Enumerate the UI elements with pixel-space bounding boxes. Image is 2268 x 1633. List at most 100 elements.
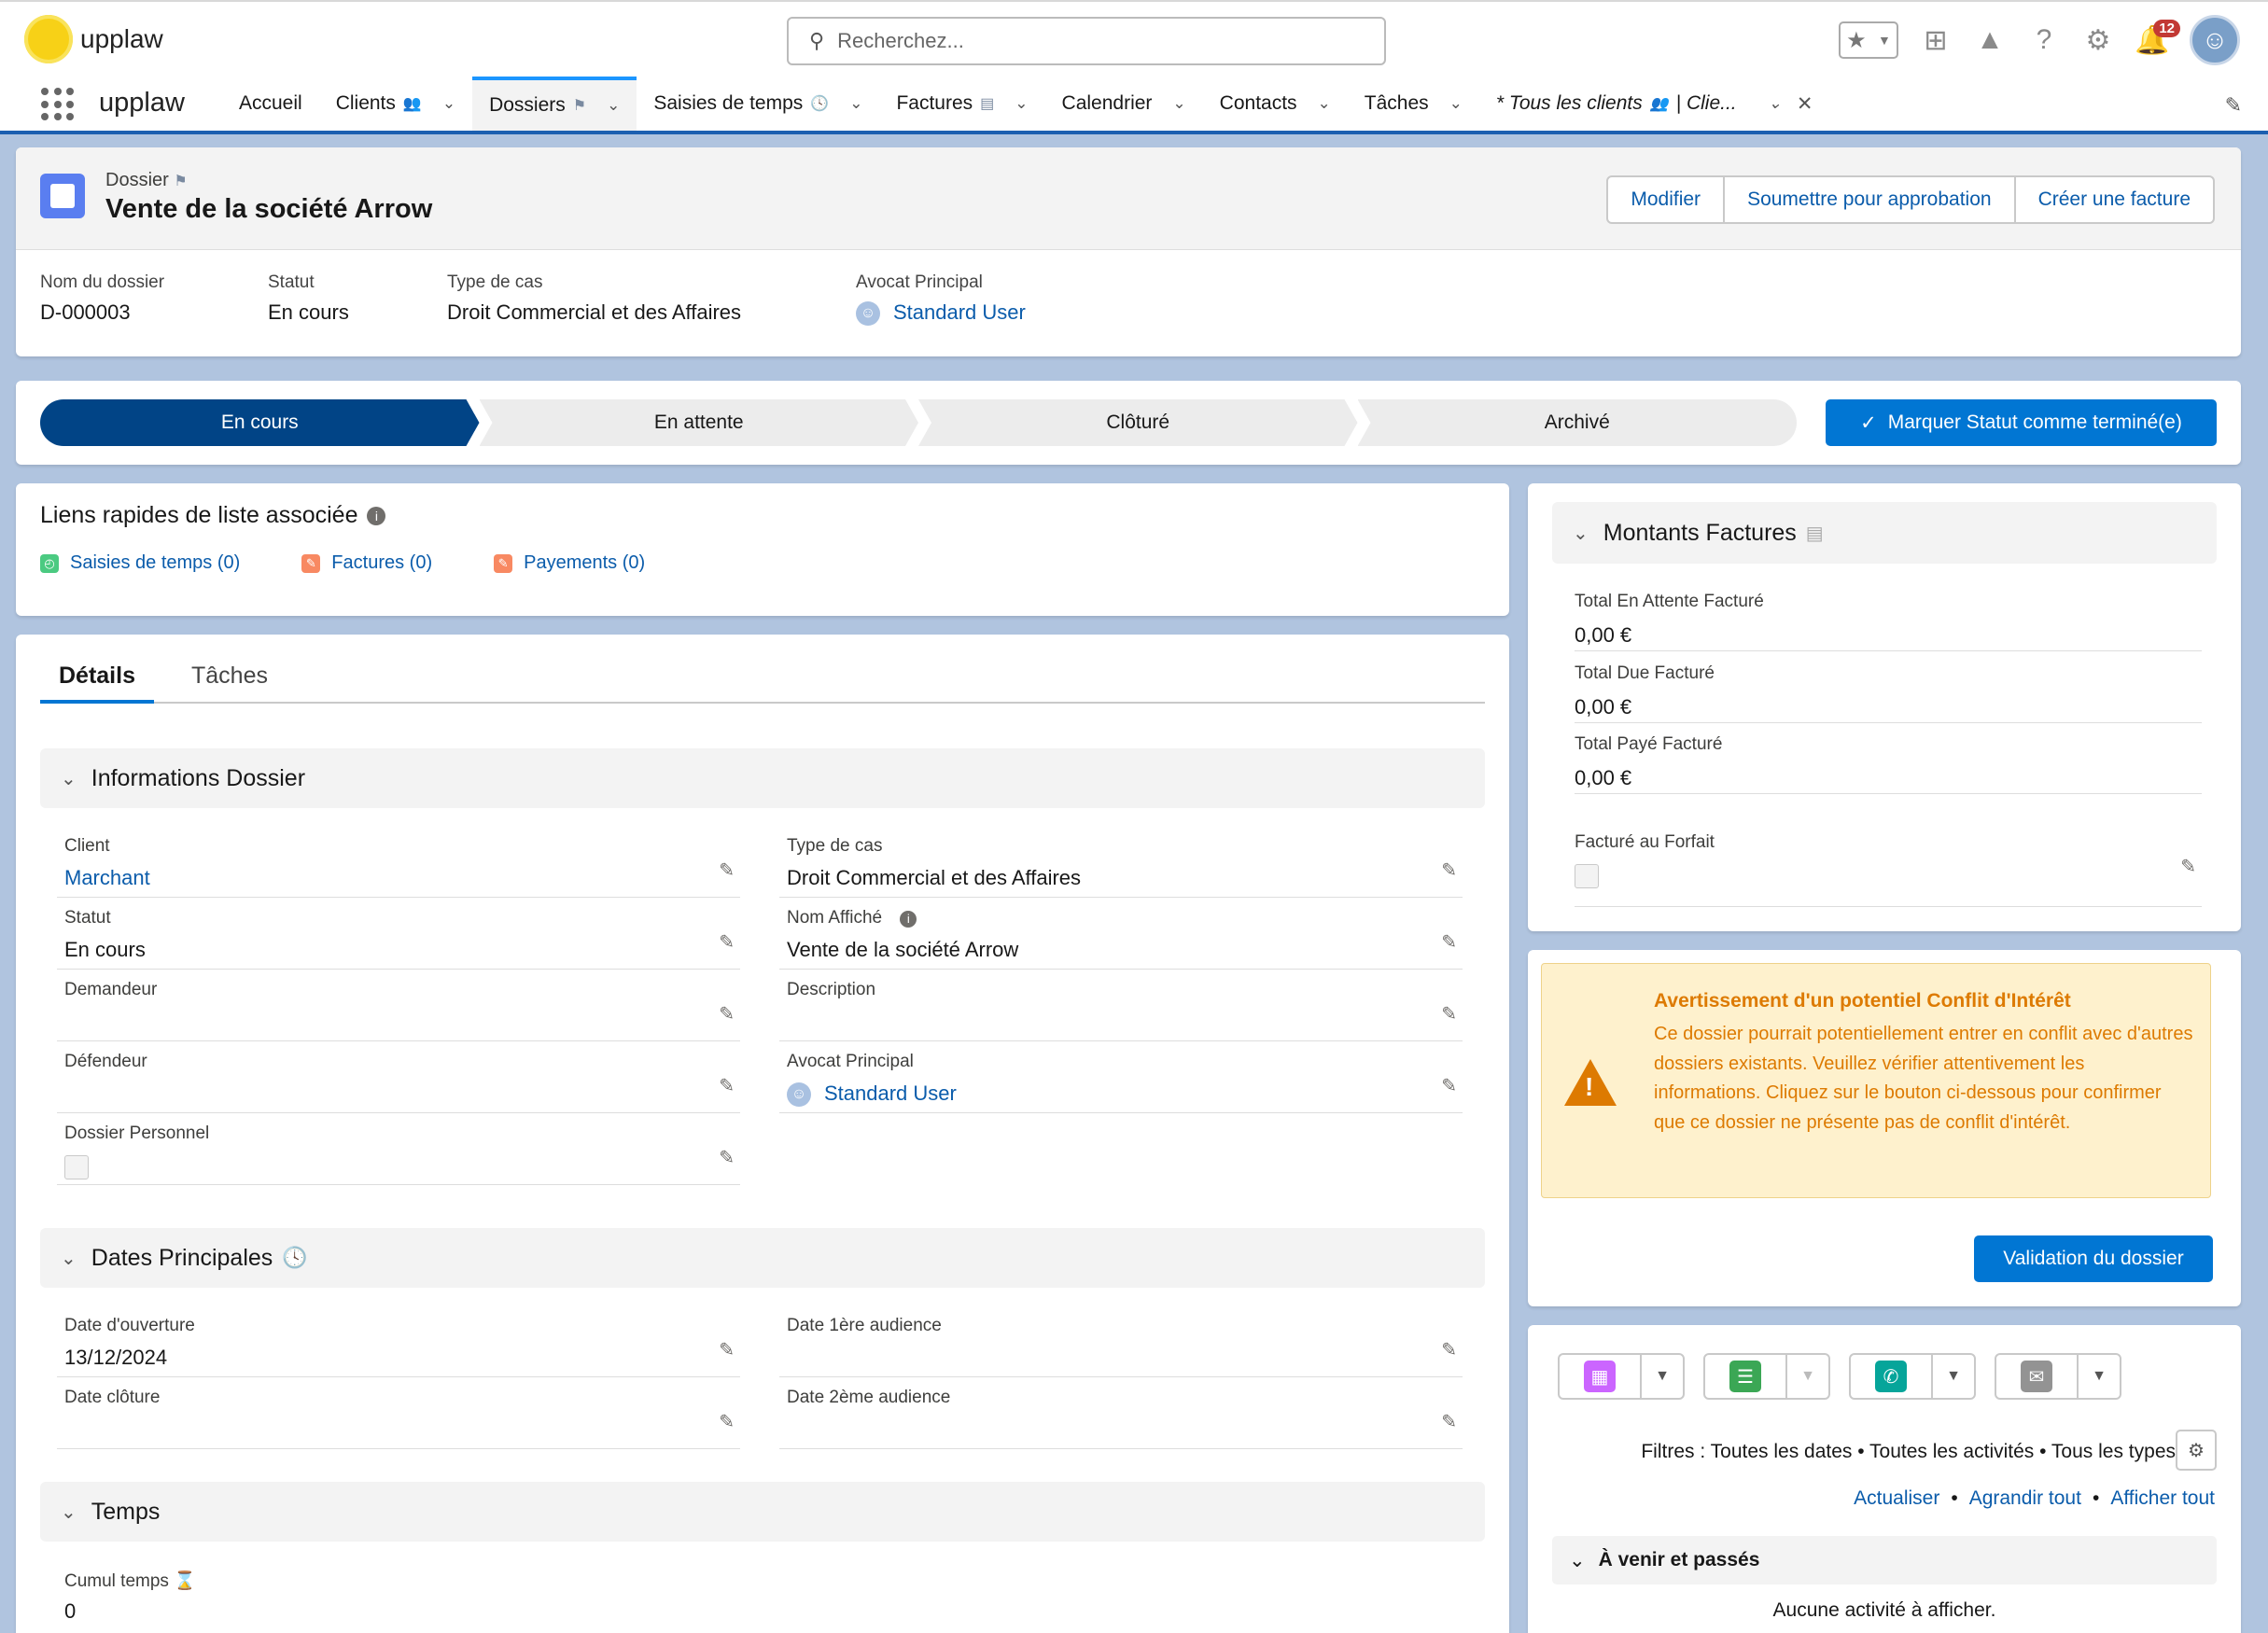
nav-tab-dossiers[interactable]: Dossiers ⚑ ⌄: [472, 77, 637, 131]
nav-tab-clients[interactable]: Clients 👥 ⌄: [319, 77, 472, 131]
actualiser-link[interactable]: Actualiser: [1854, 1487, 1939, 1509]
nav-tab-contacts[interactable]: Contacts ⌄: [1203, 77, 1348, 131]
email-icon[interactable]: ✉: [2021, 1361, 2052, 1392]
global-header: upplaw ⚲ Recherchez... ★ ▼ ⊞ ▲ ? ⚙ 🔔 12 ☺: [0, 0, 2268, 77]
task-list-icon[interactable]: ☰: [1729, 1361, 1761, 1392]
nav-tab-tous-les-clients[interactable]: * Tous les clients 👥 | Clie... ⌄ ✕: [1479, 77, 1830, 131]
field-value: Vente de la société Arrow: [787, 938, 1019, 961]
path-step-archive[interactable]: Archivé: [1357, 399, 1797, 446]
section-informations-dossier[interactable]: ⌄ Informations Dossier: [40, 748, 1485, 808]
nav-tab-taches[interactable]: Tâches ⌄: [1348, 77, 1479, 131]
chevron-down-icon[interactable]: ▼: [1787, 1355, 1828, 1398]
logo-text: upplaw: [80, 24, 163, 53]
dossier-personnel-checkbox[interactable]: [64, 1155, 89, 1179]
edit-pencil-icon[interactable]: ✎: [719, 1410, 735, 1433]
chevron-down-icon[interactable]: ⌄: [849, 94, 862, 113]
log-call-action[interactable]: ✆ ▼: [1849, 1353, 1976, 1400]
validation-dossier-button[interactable]: Validation du dossier: [1974, 1235, 2213, 1282]
notifications-bell-icon[interactable]: 🔔 12: [2135, 20, 2180, 57]
global-actions-plus-icon[interactable]: ⊞: [1919, 23, 1953, 57]
edit-pencil-icon[interactable]: ✎: [719, 930, 735, 954]
section-dates-principales[interactable]: ⌄ Dates Principales 🕓: [40, 1228, 1485, 1288]
forfait-checkbox[interactable]: [1575, 864, 1599, 888]
path-step-en-cours[interactable]: En cours: [40, 399, 480, 446]
chevron-down-icon[interactable]: ▼: [1933, 1355, 1974, 1398]
chevron-down-icon[interactable]: ⌄: [1172, 94, 1185, 113]
user-avatar[interactable]: ☺: [2190, 15, 2240, 65]
chevron-down-icon[interactable]: ⌄: [442, 94, 455, 113]
setup-gear-icon[interactable]: ⚙: [2081, 23, 2115, 57]
new-task-action[interactable]: ☰ ▼: [1703, 1353, 1830, 1400]
activity-filters-text[interactable]: Filtres : Toutes les dates • Toutes les …: [1641, 1441, 2176, 1463]
chevron-down-icon[interactable]: ▼: [2079, 1355, 2120, 1398]
edit-pencil-icon[interactable]: ✎: [719, 858, 735, 882]
edit-pencil-icon[interactable]: ✎: [1441, 858, 1457, 882]
edit-pencil-icon[interactable]: ✎: [1441, 1002, 1457, 1026]
chevron-down-icon[interactable]: ▼: [1642, 1355, 1683, 1398]
edit-pencil-icon[interactable]: ✎: [719, 1002, 735, 1026]
edit-pencil-icon[interactable]: ✎: [719, 1074, 735, 1097]
quicklink-factures[interactable]: Factures (0): [331, 552, 432, 574]
afficher-tout-link[interactable]: Afficher tout: [2110, 1487, 2215, 1509]
chevron-down-icon[interactable]: ⌄: [1015, 94, 1028, 113]
edit-pencil-icon[interactable]: ✎: [1441, 1410, 1457, 1433]
chevron-down-icon: ⌄: [1569, 1549, 1586, 1571]
send-email-action[interactable]: ✉ ▼: [1995, 1353, 2121, 1400]
info-icon[interactable]: i: [367, 507, 386, 526]
avocat-principal-link[interactable]: Standard User: [893, 300, 1026, 324]
time-entry-icon: ◴: [40, 553, 59, 573]
nav-tab-calendrier[interactable]: Calendrier ⌄: [1045, 77, 1203, 131]
edit-pencil-icon[interactable]: ✎: [719, 1146, 735, 1169]
path-step-cloture[interactable]: Clôturé: [918, 399, 1358, 446]
edit-nav-pencil-icon[interactable]: ✎: [2225, 93, 2242, 118]
facture-au-forfait-row: Facturé au Forfait ✎: [1575, 823, 2202, 907]
phone-call-icon[interactable]: ✆: [1875, 1361, 1907, 1392]
edit-pencil-icon[interactable]: ✎: [1441, 1338, 1457, 1361]
edit-pencil-icon[interactable]: ✎: [1441, 1074, 1457, 1097]
creer-facture-button[interactable]: Créer une facture: [2013, 175, 2215, 224]
path-step-en-attente[interactable]: En attente: [480, 399, 919, 446]
field-client: Client Marchant ✎: [57, 827, 740, 898]
edit-pencil-icon[interactable]: ✎: [1441, 930, 1457, 954]
chevron-down-icon[interactable]: ⌄: [1318, 94, 1331, 113]
mark-status-complete-button[interactable]: ✓ Marquer Statut comme terminé(e): [1826, 399, 2217, 446]
object-label: Dossier: [105, 170, 169, 190]
montants-factures-header[interactable]: ⌄ Montants Factures ▤: [1552, 502, 2217, 564]
tab-taches[interactable]: Tâches: [173, 663, 287, 704]
edit-pencil-icon[interactable]: ✎: [719, 1338, 735, 1361]
client-link[interactable]: Marchant: [64, 866, 150, 889]
info-icon[interactable]: i: [900, 911, 917, 928]
global-search-input[interactable]: ⚲ Recherchez...: [787, 17, 1386, 65]
search-icon: ⚲: [809, 29, 825, 52]
field-label: Demandeur: [64, 980, 158, 999]
upcoming-past-section[interactable]: ⌄ À venir et passés: [1552, 1536, 2217, 1584]
chevron-down-icon[interactable]: ▼: [1878, 33, 1891, 48]
new-event-action[interactable]: ▦ ▼: [1558, 1353, 1685, 1400]
trailhead-icon[interactable]: ▲: [1973, 23, 2007, 57]
avocat-principal-link[interactable]: Standard User: [824, 1082, 957, 1105]
section-title: Informations Dossier: [91, 764, 306, 791]
chevron-down-icon[interactable]: ⌄: [1769, 94, 1782, 113]
quicklink-payements[interactable]: Payements (0): [524, 552, 645, 574]
activity-settings-gear-icon[interactable]: ⚙: [2176, 1430, 2217, 1471]
favorites-button[interactable]: ★ ▼: [1839, 21, 1898, 59]
edit-pencil-icon[interactable]: ✎: [2180, 855, 2196, 878]
nav-tab-accueil[interactable]: Accueil: [222, 77, 319, 131]
modifier-button[interactable]: Modifier: [1606, 175, 1726, 224]
help-icon[interactable]: ?: [2027, 23, 2061, 57]
quicklink-saisies-de-temps[interactable]: Saisies de temps (0): [70, 552, 240, 574]
close-icon[interactable]: ✕: [1797, 92, 1813, 116]
section-temps[interactable]: ⌄ Temps: [40, 1482, 1485, 1542]
field-type-de-cas: Type de cas Droit Commercial et des Affai…: [779, 827, 1463, 898]
tab-details[interactable]: Détails: [40, 663, 154, 704]
chevron-down-icon[interactable]: ⌄: [607, 96, 620, 115]
nav-tab-label: Accueil: [239, 92, 302, 114]
org-logo[interactable]: upplaw: [24, 15, 163, 63]
chevron-down-icon[interactable]: ⌄: [1449, 94, 1463, 113]
nav-tab-saisies-de-temps[interactable]: Saisies de temps 🕓 ⌄: [637, 77, 879, 131]
agrandir-tout-link[interactable]: Agrandir tout: [1969, 1487, 2081, 1509]
app-launcher-icon[interactable]: [41, 88, 75, 121]
calendar-event-icon[interactable]: ▦: [1584, 1361, 1616, 1392]
soumettre-approbation-button[interactable]: Soumettre pour approbation: [1723, 175, 2016, 224]
nav-tab-factures[interactable]: Factures ▤ ⌄: [879, 77, 1044, 131]
